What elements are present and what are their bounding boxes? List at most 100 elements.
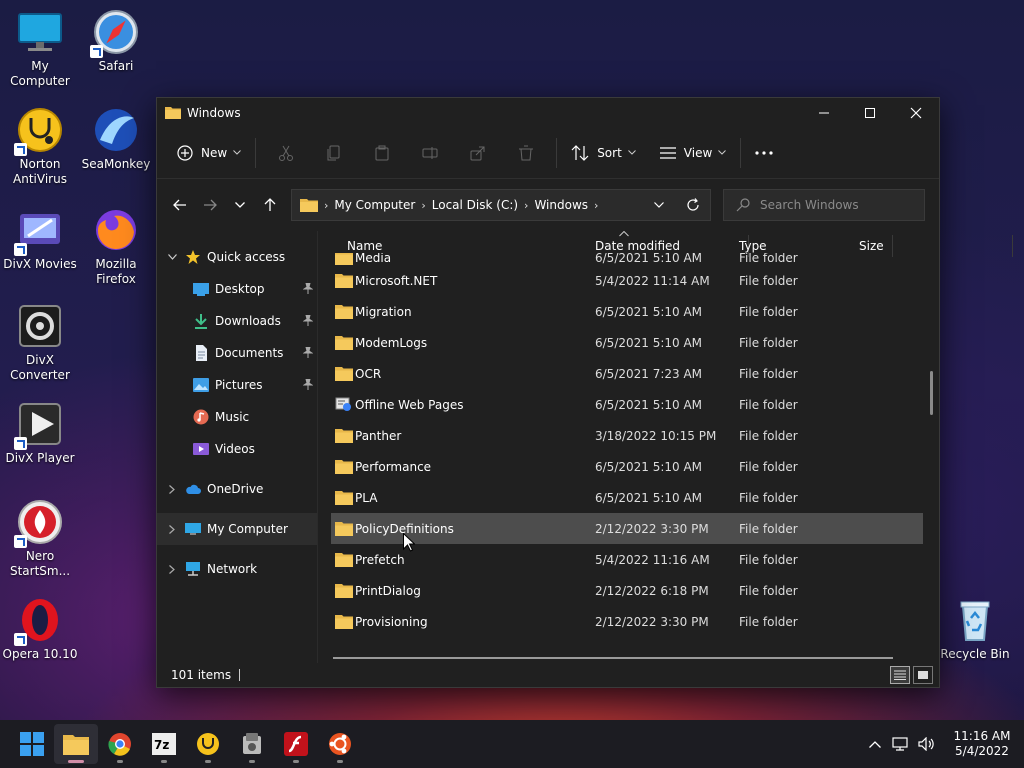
desktop-icon-seamonkey[interactable]: SeaMonkey (76, 106, 156, 172)
tiles-view-button[interactable] (913, 666, 933, 684)
nav-item-downloads[interactable]: Downloads (157, 305, 317, 337)
file-name: Media (355, 253, 392, 265)
up-button[interactable] (255, 190, 285, 220)
clock[interactable]: 11:16 AM 5/4/2022 (946, 729, 1018, 759)
taskbar-7zip[interactable]: 7z (142, 724, 186, 764)
nav-item-desktop[interactable]: Desktop (157, 273, 317, 305)
desktop-icon-divx-player[interactable]: DivX Player (0, 400, 80, 466)
maximize-button[interactable] (847, 98, 893, 127)
address-history-button[interactable] (642, 202, 676, 208)
start-button[interactable] (10, 724, 54, 764)
desktop-icon-divx-movies[interactable]: DivX Movies (0, 206, 80, 272)
nav-item-pictures[interactable]: Pictures (157, 369, 317, 401)
sort-button[interactable]: Sort (563, 135, 644, 171)
desktop-icon-recycle-bin[interactable]: Recycle Bin (935, 596, 1015, 662)
nav-my-computer[interactable]: My Computer (157, 513, 317, 545)
recent-locations-button[interactable] (225, 190, 255, 220)
chevron-right-icon[interactable] (165, 564, 179, 574)
table-row[interactable]: Migration 6/5/2021 5:10 AM File folder (331, 296, 923, 327)
table-row[interactable]: Prefetch 5/4/2022 11:16 AM File folder (331, 544, 923, 575)
new-button[interactable]: New (169, 135, 249, 171)
taskbar-file-explorer[interactable] (54, 724, 98, 764)
breadcrumb-my-computer[interactable]: My Computer (334, 198, 415, 212)
horizontal-scrollbar[interactable] (333, 657, 893, 659)
show-hidden-icons-button[interactable] (862, 740, 888, 748)
vertical-scrollbar[interactable] (930, 371, 933, 415)
taskbar-norton[interactable] (186, 724, 230, 764)
network-status-button[interactable] (888, 737, 914, 751)
file-name: Microsoft.NET (355, 273, 438, 288)
taskbar-flash[interactable] (274, 724, 318, 764)
minimize-button[interactable] (801, 98, 847, 127)
desktop-icon-divx-converter[interactable]: DivX Converter (0, 302, 80, 383)
desktop-icon-my-computer[interactable]: My Computer (0, 8, 80, 89)
pin-icon[interactable] (303, 283, 313, 294)
list-view-icon (659, 146, 676, 159)
volume-button[interactable] (914, 737, 940, 751)
column-type[interactable]: Type (739, 239, 767, 253)
nav-onedrive[interactable]: OneDrive (157, 473, 317, 505)
back-button[interactable] (165, 190, 195, 220)
chevron-right-icon[interactable] (165, 524, 179, 534)
share-button[interactable] (454, 135, 502, 171)
cut-button[interactable] (262, 135, 310, 171)
view-button[interactable]: View (652, 135, 734, 171)
clock-date: 5/4/2022 (955, 744, 1009, 758)
table-row[interactable]: PrintDialog 2/12/2022 6:18 PM File folder (331, 575, 923, 606)
desktop-icon-norton[interactable]: Norton AntiVirus (0, 106, 80, 187)
taskbar-disk-tool[interactable] (230, 724, 274, 764)
nav-item-documents[interactable]: Documents (157, 337, 317, 369)
copy-button[interactable] (310, 135, 358, 171)
refresh-button[interactable] (676, 198, 710, 212)
taskbar-chrome[interactable] (98, 724, 142, 764)
table-row[interactable]: OCR 6/5/2021 7:23 AM File folder (331, 358, 923, 389)
chevron-right-icon[interactable] (165, 484, 179, 494)
more-options-button[interactable] (747, 135, 781, 171)
table-row[interactable]: Microsoft.NET 5/4/2022 11:14 AM File folde… (331, 265, 923, 296)
chevron-down-icon (233, 150, 242, 155)
breadcrumb-separator-icon: › (324, 198, 329, 212)
taskbar-ubuntu[interactable] (318, 724, 362, 764)
breadcrumb-local-disk[interactable]: Local Disk (C:) (432, 198, 518, 212)
chevron-up-icon (869, 740, 881, 748)
table-row[interactable]: PolicyDefinitions 2/12/2022 3:30 PM File f… (331, 513, 923, 544)
nav-item-music[interactable]: Music (157, 401, 317, 433)
details-view-button[interactable] (890, 666, 910, 684)
table-row[interactable]: Panther 3/18/2022 10:15 PM File folder (331, 420, 923, 451)
chevron-down-icon[interactable] (165, 254, 179, 260)
table-row[interactable]: ModemLogs 6/5/2021 5:10 AM File folder (331, 327, 923, 358)
table-row[interactable]: Provisioning 2/12/2022 3:30 PM File folder (331, 606, 923, 637)
desktop-icon-nero[interactable]: Nero StartSm... (0, 498, 80, 579)
column-name[interactable]: Name (347, 239, 382, 253)
table-row[interactable]: Offline Web Pages 6/5/2021 5:10 AM File fo… (331, 389, 923, 420)
nav-network[interactable]: Network (157, 553, 317, 585)
folder-icon (335, 305, 353, 319)
pin-icon[interactable] (303, 379, 313, 390)
column-date-modified[interactable]: Date modified (595, 239, 680, 253)
paste-button[interactable] (358, 135, 406, 171)
desktop-icon-opera[interactable]: Opera 10.10 (0, 596, 80, 662)
search-input[interactable]: Search Windows (723, 189, 925, 221)
rename-button[interactable] (406, 135, 454, 171)
pin-icon[interactable] (303, 315, 313, 326)
desktop-icon-safari[interactable]: Safari (76, 8, 156, 74)
desktop-icon-firefox[interactable]: Mozilla Firefox (76, 206, 156, 287)
arrow-right-icon (204, 199, 217, 211)
file-explorer-window[interactable]: Windows New Sort View › My Computer › Lo… (156, 97, 1013, 688)
desktop-icon-label: Opera 10.10 (2, 647, 78, 661)
title-bar[interactable]: Windows (157, 98, 939, 127)
forward-button[interactable] (195, 190, 225, 220)
table-row[interactable]: PLA 6/5/2021 5:10 AM File folder (331, 482, 923, 513)
pin-icon[interactable] (303, 347, 313, 358)
nav-item-videos[interactable]: Videos (157, 433, 317, 465)
nav-quick-access[interactable]: Quick access (157, 241, 317, 273)
column-size[interactable]: Size (859, 239, 884, 253)
table-row[interactable]: Media 6/5/2021 5:10 AM File folder (331, 253, 923, 265)
table-row[interactable]: Performance 6/5/2021 5:10 AM File folder (331, 451, 923, 482)
close-button[interactable] (893, 98, 939, 127)
nav-label: My Computer (207, 522, 288, 536)
breadcrumb-windows[interactable]: Windows (534, 198, 588, 212)
address-bar[interactable]: › My Computer › Local Disk (C:) › Window… (291, 189, 711, 221)
file-rows: Media 6/5/2021 5:10 AM File folder Microsof… (331, 253, 923, 641)
delete-button[interactable] (502, 135, 550, 171)
